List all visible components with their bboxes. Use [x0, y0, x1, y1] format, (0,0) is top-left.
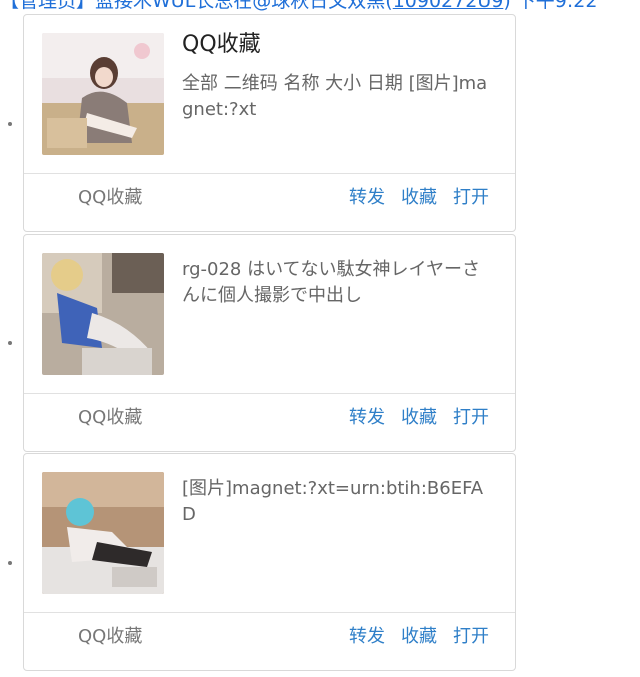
favorite-card[interactable]: rg-028 はいてない駄女神レイヤーさんに個人撮影で中出し QQ收藏 转发 收…: [23, 234, 516, 452]
message-time: ) 下午9:22: [503, 0, 598, 12]
list-bullet: [8, 341, 12, 345]
card-source-label: QQ收藏: [78, 626, 143, 647]
list-bullet: [8, 561, 12, 565]
forward-button[interactable]: 转发: [349, 625, 385, 649]
sender-prefix: 【管理员】蓝接木WUL长总在@球秋日文双黑(: [0, 0, 393, 12]
forward-button[interactable]: 转发: [349, 406, 385, 430]
card-description: [图片]magnet:?xt=urn:btih:B6EFAD: [182, 478, 484, 525]
favorite-button[interactable]: 收藏: [401, 625, 437, 649]
thumbnail-image-3: [42, 472, 164, 594]
card-thumbnail[interactable]: [42, 472, 164, 594]
sender-qq-link[interactable]: 1090272U9: [393, 0, 504, 12]
card-source-label: QQ收藏: [78, 187, 143, 208]
card-thumbnail[interactable]: [42, 33, 164, 155]
card-actions: 转发 收藏 打开: [349, 625, 489, 649]
forward-button[interactable]: 转发: [349, 186, 385, 210]
thumbnail-image-1: [42, 33, 164, 155]
favorite-button[interactable]: 收藏: [401, 186, 437, 210]
card-source-label: QQ收藏: [78, 407, 143, 428]
open-button[interactable]: 打开: [453, 406, 489, 430]
favorite-button[interactable]: 收藏: [401, 406, 437, 430]
favorite-card[interactable]: [图片]magnet:?xt=urn:btih:B6EFAD QQ收藏 转发 收…: [23, 453, 516, 671]
message-sender-line: 【管理员】蓝接木WUL长总在@球秋日文双黑(1090272U9) 下午9:22: [0, 0, 640, 12]
open-button[interactable]: 打开: [453, 186, 489, 210]
card-thumbnail[interactable]: [42, 253, 164, 375]
list-bullet: [8, 122, 12, 126]
thumbnail-image-2: [42, 253, 164, 375]
card-description: 全部 二维码 名称 大小 日期 [图片]magnet:?xt: [182, 73, 488, 120]
favorite-card[interactable]: QQ收藏 全部 二维码 名称 大小 日期 [图片]magnet:?xt QQ收藏…: [23, 14, 516, 232]
card-description: rg-028 はいてない駄女神レイヤーさんに個人撮影で中出し: [182, 259, 481, 306]
card-divider: [24, 173, 515, 174]
card-title: QQ收藏: [182, 32, 261, 57]
card-divider: [24, 612, 515, 613]
card-actions: 转发 收藏 打开: [349, 406, 489, 430]
card-divider: [24, 393, 515, 394]
open-button[interactable]: 打开: [453, 625, 489, 649]
card-actions: 转发 收藏 打开: [349, 186, 489, 210]
